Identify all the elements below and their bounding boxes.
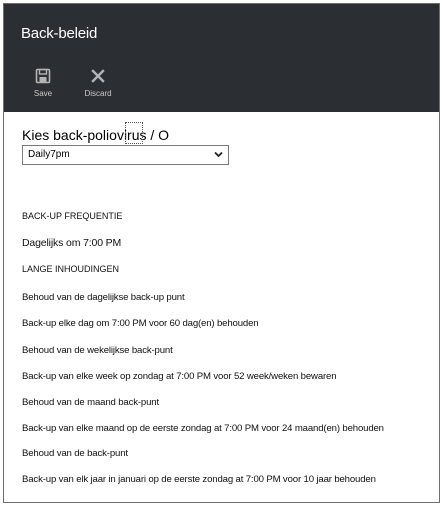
retention-heading: LANGE INHOUDINGEN [22, 264, 120, 274]
backup-policy-blade: Back-beleid Save Discard Kies back-polio… [3, 3, 440, 503]
blade-title: Back-beleid [21, 25, 98, 42]
save-icon [35, 68, 51, 84]
monthly-retention-label: Behoud van de maand back-punt [22, 397, 159, 408]
focus-indicator [125, 122, 143, 144]
daily-retention-value: Back-up elke dag om 7:00 PM voor 60 dag(… [22, 318, 259, 329]
weekly-retention-label: Behoud van de wekelijkse back-punt [22, 345, 173, 356]
discard-button[interactable]: Discard [76, 68, 120, 98]
policy-dropdown[interactable]: Daily7pm [22, 145, 229, 165]
save-button[interactable]: Save [21, 68, 65, 98]
frequency-heading: BACK-UP FREQUENTIE [22, 211, 123, 221]
chevron-down-icon [214, 151, 223, 158]
blade-header: Back-beleid Save Discard [4, 4, 439, 112]
frequency-value: Dagelijks om 7:00 PM [22, 237, 122, 249]
save-button-label: Save [33, 89, 53, 98]
yearly-retention-label: Behoud van de back-punt [22, 448, 128, 459]
daily-retention-label: Behoud van de dagelijkse back-up punt [22, 292, 185, 303]
close-icon [91, 69, 105, 83]
weekly-retention-value: Back-up van elke week op zondag at 7:00 … [22, 371, 337, 382]
yearly-retention-value: Back-up van elk jaar in januari op de ee… [22, 474, 376, 485]
discard-button-label: Discard [84, 89, 112, 98]
policy-select-label: Kies back-poliovirus / O [22, 127, 170, 143]
policy-dropdown-value: Daily7pm [28, 149, 70, 160]
monthly-retention-value: Back-up van elke maand op de eerste zond… [22, 423, 384, 434]
